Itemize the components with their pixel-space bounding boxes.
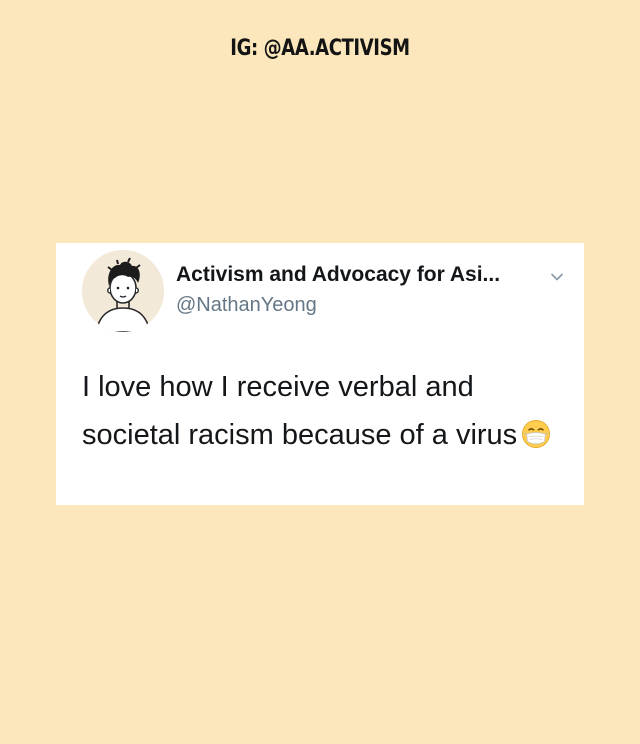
- display-name[interactable]: Activism and Advocacy for Asi...: [176, 263, 500, 287]
- avatar[interactable]: [82, 250, 164, 332]
- tweet-text-content: I love how I receive verbal and societal…: [82, 371, 518, 451]
- medical-mask-face-icon: [522, 420, 551, 448]
- tweet-text: I love how I receive verbal and societal…: [82, 363, 562, 459]
- avatar-illustration-icon: [82, 250, 164, 332]
- user-handle[interactable]: @NathanYeong: [176, 294, 317, 317]
- tweet-card: Activism and Advocacy for Asi... @Nathan…: [56, 243, 584, 505]
- chevron-down-icon[interactable]: [550, 270, 564, 284]
- instagram-handle-watermark: IG: @AA.ACTIVISM: [230, 36, 410, 61]
